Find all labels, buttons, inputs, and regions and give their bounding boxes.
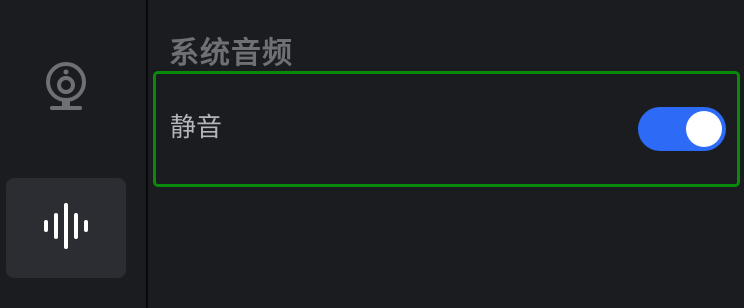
audio-waveform-icon	[42, 203, 90, 253]
webcam-icon	[44, 61, 88, 115]
mute-label: 静音	[170, 113, 223, 143]
sidebar-item-camera[interactable]	[6, 38, 126, 138]
mute-toggle[interactable]	[638, 107, 726, 151]
section-title: 系统音频	[169, 36, 293, 71]
mute-setting-row: 静音	[153, 71, 740, 187]
sidebar-item-audio[interactable]	[6, 178, 126, 278]
main-panel: 系统音频 静音	[148, 0, 744, 308]
sidebar	[0, 0, 146, 308]
toggle-knob	[686, 111, 722, 147]
